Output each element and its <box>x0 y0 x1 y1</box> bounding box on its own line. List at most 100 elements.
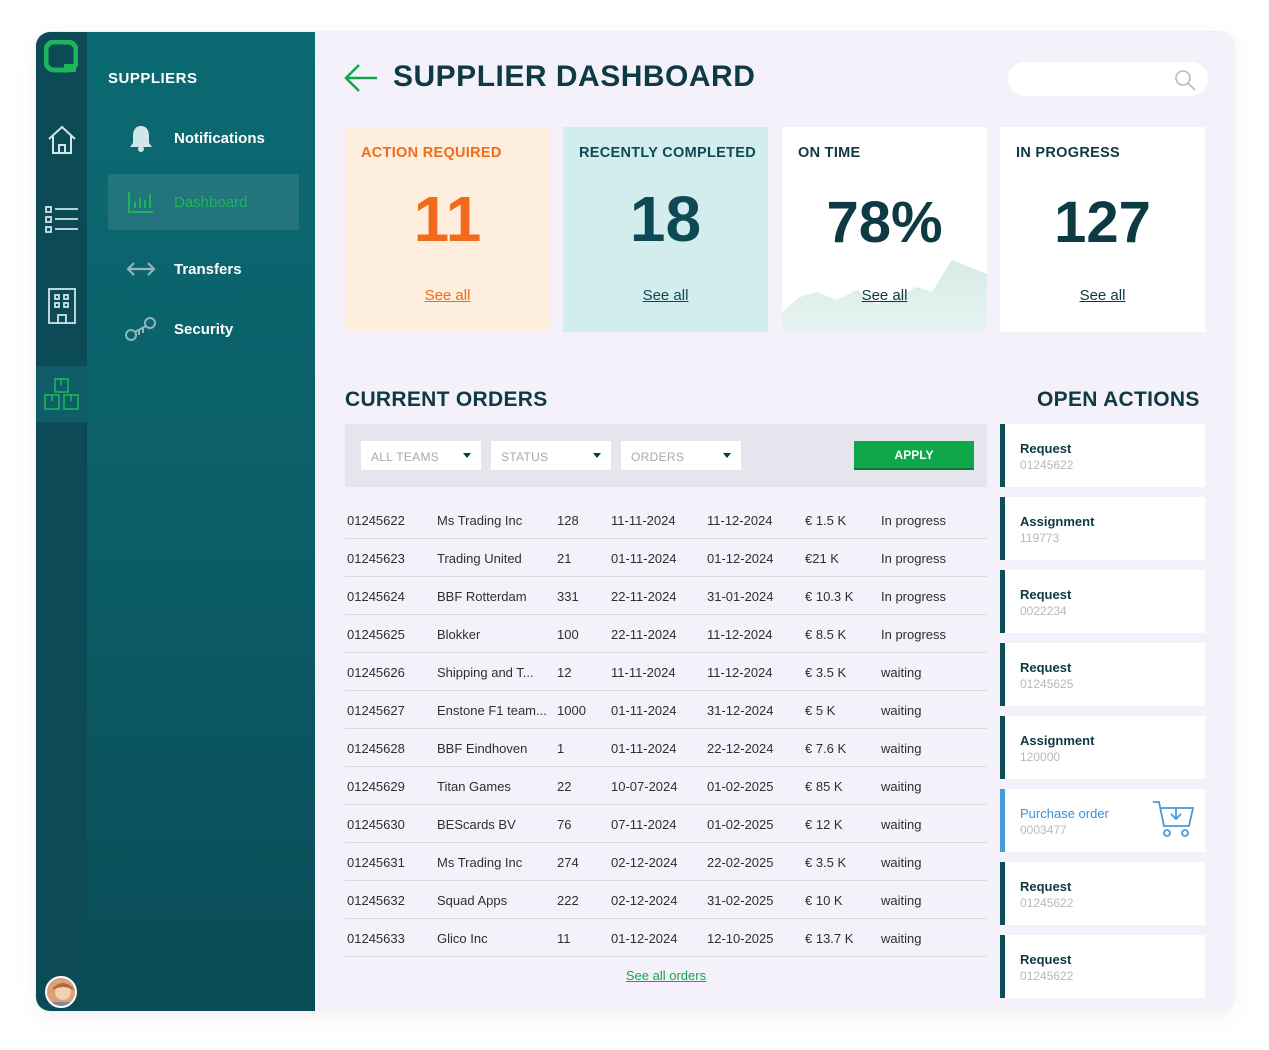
table-row[interactable]: 01245625 Blokker 100 22-11-2024 11-12-2024 € … <box>345 615 987 653</box>
search-input[interactable] <box>1008 62 1208 96</box>
table-cell: 1000 <box>557 703 586 718</box>
open-action-item[interactable]: Request 0022234 <box>1000 570 1205 633</box>
table-row[interactable]: 01245624 BBF Rotterdam 331 22-11-2024 31-01-… <box>345 577 987 615</box>
table-cell: 1 <box>557 741 565 756</box>
open-action-item[interactable]: Request 01245625 <box>1000 643 1205 706</box>
table-cell: 21 <box>557 551 572 566</box>
action-number: 120000 <box>1020 750 1061 764</box>
boxes-icon[interactable] <box>36 366 87 422</box>
table-row[interactable]: 01245627 Enstone F1 team... 1000 01-11-2024… <box>345 691 987 729</box>
on-time-card: ON TIME 78% See all <box>782 127 987 332</box>
table-cell: 274 <box>557 855 579 870</box>
home-icon[interactable] <box>36 112 87 168</box>
table-cell: 07-11-2024 <box>611 817 677 832</box>
open-action-item[interactable]: Assignment 120000 <box>1000 716 1205 779</box>
teams-select[interactable]: ALL TEAMS <box>361 441 481 470</box>
open-action-item[interactable]: Request 01245622 <box>1000 935 1205 998</box>
table-cell: € 10 K <box>805 893 843 908</box>
table-cell: 01245632 <box>347 893 405 908</box>
table-cell: 22-11-2024 <box>611 627 677 642</box>
table-cell: € 10.3 K <box>805 589 854 604</box>
orders-select[interactable]: ORDERS <box>621 441 741 470</box>
open-action-item[interactable]: Request 01245622 <box>1000 424 1205 487</box>
apply-button[interactable]: APPLY <box>854 441 974 470</box>
table-cell: 22 <box>557 779 572 794</box>
table-cell: waiting <box>881 817 922 832</box>
card-value: 78% <box>826 190 943 255</box>
card-label: RECENTLY COMPLETED <box>579 145 757 161</box>
app-logo-icon[interactable] <box>44 40 78 74</box>
table-cell: In progress <box>881 551 947 566</box>
table-cell: 01245625 <box>347 627 405 642</box>
sidebar-item-dashboard[interactable]: Dashboard <box>108 174 299 230</box>
recently-completed-card: RECENTLY COMPLETED 18 See all <box>563 127 768 332</box>
see-all-link[interactable]: See all <box>345 287 550 304</box>
status-select[interactable]: STATUS <box>491 441 611 470</box>
table-cell: 31-02-2025 <box>707 893 774 908</box>
table-cell: 01-11-2024 <box>611 741 677 756</box>
table-row[interactable]: 01245628 BBF Eindhoven 1 01-11-2024 22-12-20… <box>345 729 987 767</box>
table-cell: In progress <box>881 589 947 604</box>
table-cell: € 3.5 K <box>805 665 847 680</box>
building-icon[interactable] <box>36 278 87 334</box>
table-cell: Enstone F1 team... <box>437 703 547 718</box>
arrows-icon <box>108 260 174 278</box>
table-row[interactable]: 01245626 Shipping and T... 12 11-11-2024 11-… <box>345 653 987 691</box>
table-row[interactable]: 01245623 Trading United 21 01-11-2024 01-12-… <box>345 539 987 577</box>
table-cell: 02-12-2024 <box>611 893 678 908</box>
sidebar-item-transfers[interactable]: Transfers <box>108 241 299 297</box>
open-actions-list: Request 01245622 Assignment 119773 Request 00… <box>1000 424 1205 1008</box>
table-cell: 10-07-2024 <box>611 779 678 794</box>
back-arrow-icon[interactable] <box>343 62 379 94</box>
table-cell: BEScards BV <box>437 817 516 832</box>
table-cell: 11-11-2024 <box>611 665 676 680</box>
sidebar-item-security[interactable]: Security <box>108 301 299 357</box>
see-all-link[interactable]: See all <box>563 287 768 304</box>
see-all-orders-link[interactable]: See all orders <box>345 968 987 983</box>
table-cell: BBF Rotterdam <box>437 589 527 604</box>
table-row[interactable]: 01245622 Ms Trading Inc 128 11-11-2024 11-12… <box>345 501 987 539</box>
table-cell: € 85 K <box>805 779 843 794</box>
table-row[interactable]: 01245629 Titan Games 22 10-07-2024 01-02-202… <box>345 767 987 805</box>
in-progress-card: IN PROGRESS 127 See all <box>1000 127 1205 332</box>
select-value: STATUS <box>501 450 549 464</box>
main-content: SUPPLIER DASHBOARD ACTION REQUIRED 11 Se… <box>315 32 1234 1011</box>
card-value: 18 <box>629 183 702 255</box>
action-number: 0022234 <box>1020 604 1067 618</box>
see-all-link[interactable]: See all <box>1000 287 1205 304</box>
action-number: 0003477 <box>1020 823 1067 837</box>
current-orders-title: CURRENT ORDERS <box>345 388 548 411</box>
table-cell: 76 <box>557 817 572 832</box>
user-avatar[interactable] <box>45 976 77 1008</box>
table-cell: 22-12-2024 <box>707 741 774 756</box>
table-cell: Glico Inc <box>437 931 488 946</box>
action-number: 119773 <box>1020 531 1060 545</box>
table-cell: 01245624 <box>347 589 405 604</box>
table-cell: Titan Games <box>437 779 511 794</box>
open-action-item[interactable]: Assignment 119773 <box>1000 497 1205 560</box>
table-cell: 01-12-2024 <box>611 931 678 946</box>
bell-icon <box>108 124 174 152</box>
open-action-item[interactable]: Request 01245622 <box>1000 862 1205 925</box>
table-row[interactable]: 01245632 Squad Apps 222 02-12-2024 31-02-202… <box>345 881 987 919</box>
search-icon[interactable] <box>1174 69 1196 91</box>
table-row[interactable]: 01245630 BEScards BV 76 07-11-2024 01-02-202… <box>345 805 987 843</box>
list-icon[interactable] <box>36 192 87 248</box>
sidebar-item-notifications[interactable]: Notifications <box>108 110 299 166</box>
see-all-link[interactable]: See all <box>782 287 987 304</box>
app-window: SUPPLIERS Notifications Dashboard Transf… <box>36 32 1234 1011</box>
table-row[interactable]: 01245631 Ms Trading Inc 274 02-12-2024 22-02… <box>345 843 987 881</box>
caret-down-icon <box>723 453 731 458</box>
open-action-item[interactable]: Purchase order 0003477 <box>1000 789 1205 852</box>
table-cell: 02-12-2024 <box>611 855 678 870</box>
table-cell: 100 <box>557 627 579 642</box>
table-cell: € 13.7 K <box>805 931 854 946</box>
table-cell: Ms Trading Inc <box>437 855 523 870</box>
table-cell: 01245626 <box>347 665 405 680</box>
table-row[interactable]: 01245633 Glico Inc 11 01-12-2024 12-10-2025 €… <box>345 919 987 957</box>
table-cell: 12-10-2025 <box>707 931 774 946</box>
caret-down-icon <box>593 453 601 458</box>
sidebar-item-label: Transfers <box>174 260 242 278</box>
card-label: ON TIME <box>798 145 861 161</box>
table-cell: 11-12-2024 <box>707 513 773 528</box>
